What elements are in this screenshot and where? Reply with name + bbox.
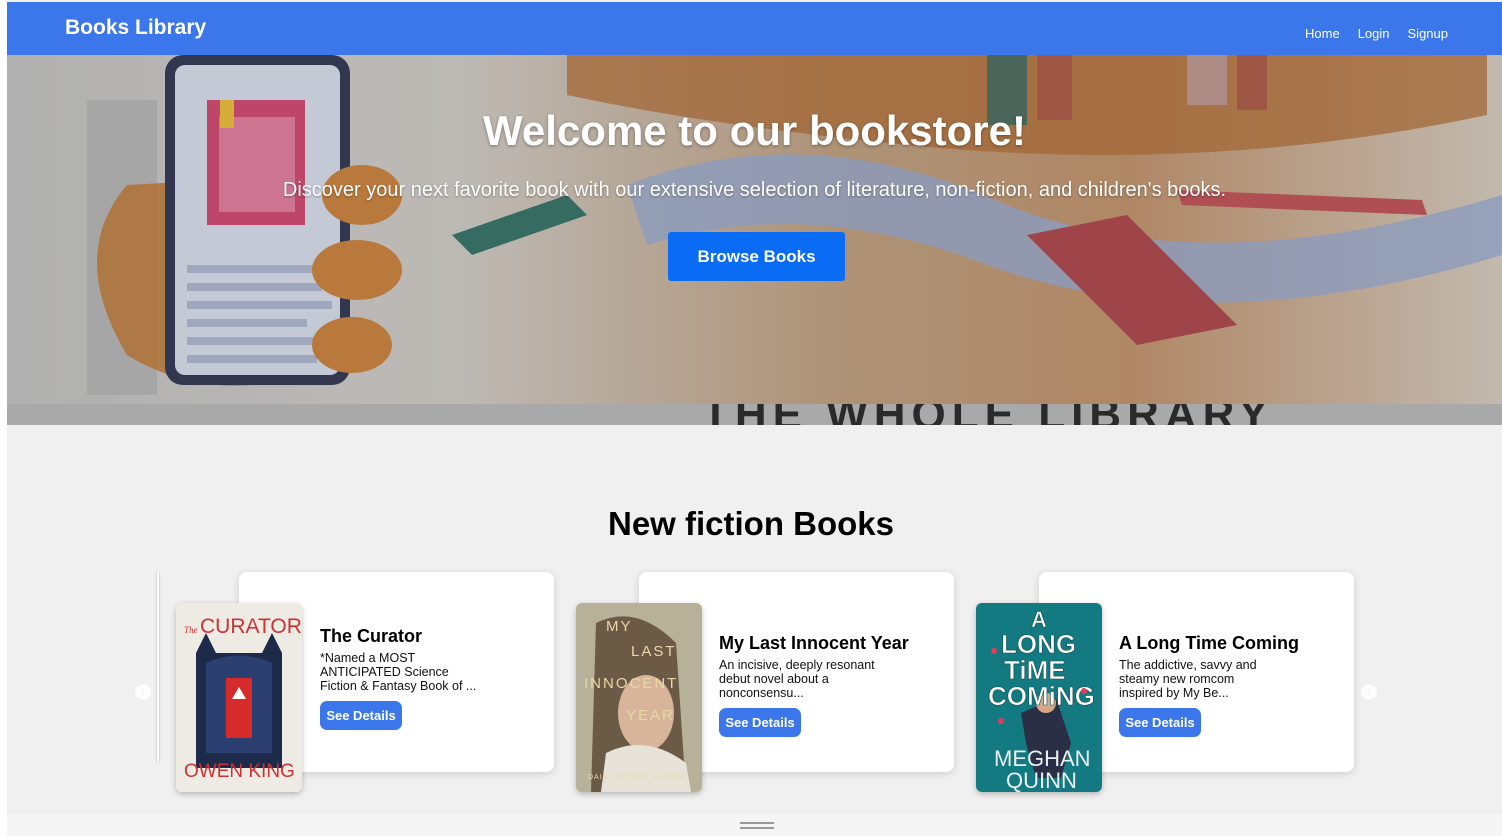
hero-subtitle: Discover your next favorite book with ou… (282, 179, 1227, 201)
book-cover[interactable]: A LONG TiME COMiNG MEGHAN QUINN (976, 603, 1102, 792)
book-description: An incisive, deeply resonant debut novel… (719, 658, 875, 700)
book-title[interactable]: The Curator (320, 626, 510, 647)
drag-handle-icon[interactable] (740, 822, 774, 829)
book-title[interactable]: A Long Time Coming (1119, 633, 1309, 654)
cover-author: OWEN KING (184, 761, 295, 782)
hero-banner: Welcome to our bookstore! Discover your … (7, 55, 1502, 404)
book-cover-art: MY LAST INNOCENT YEAR DAISY ALPERT FLORI… (576, 603, 702, 792)
see-details-button[interactable]: See Details (719, 708, 801, 737)
book-cover[interactable]: The CURATOR OWEN KING (176, 603, 302, 792)
navbar: Books Library Home Login Signup (7, 2, 1502, 55)
cover-prefix: The (184, 625, 198, 635)
cover-author-line: QUINN (1006, 768, 1077, 792)
see-details-button[interactable]: See Details (320, 701, 402, 730)
hero-title: Welcome to our bookstore! (483, 107, 1026, 154)
cover-line: YEAR (626, 707, 675, 724)
nav-link-login[interactable]: Login (1358, 26, 1390, 41)
book-title[interactable]: My Last Innocent Year (719, 633, 909, 654)
page: Books Library Home Login Signup Welcome … (0, 0, 1502, 836)
cover-line: LAST (631, 643, 677, 660)
carousel-edge (157, 572, 159, 762)
hero-strip-text: THE WHOLE LIBRARY (702, 404, 1274, 425)
cover-line: MY (606, 618, 633, 635)
brand-logo[interactable]: Books Library (65, 16, 206, 40)
nav-link-home[interactable]: Home (1305, 26, 1340, 41)
carousel-prev-arrow[interactable]: ‹ (135, 684, 151, 700)
nav-link-signup[interactable]: Signup (1408, 26, 1448, 41)
books-carousel: ‹ › The Curator *Named a MOST ANTICIPATE… (0, 560, 1502, 810)
cover-title: CURATOR (200, 615, 302, 638)
cover-line: COMiNG (988, 681, 1095, 711)
nav-links: Home Login Signup (1305, 26, 1448, 41)
book-description: *Named a MOST ANTICIPATED Science Fictio… (320, 651, 477, 693)
see-details-button[interactable]: See Details (1119, 708, 1201, 737)
book-card-text: A Long Time Coming The addictive, savvy … (1119, 633, 1309, 737)
cover-line: INNOCENT (584, 675, 678, 692)
book-cover-art: A LONG TiME COMiNG MEGHAN QUINN (976, 603, 1102, 792)
carousel-next-arrow[interactable]: › (1361, 684, 1377, 700)
section-title: New fiction Books (607, 505, 895, 542)
hero-bottom-strip: THE WHOLE LIBRARY (7, 404, 1502, 425)
book-cover-art: The CURATOR OWEN KING (176, 603, 302, 792)
browse-books-button[interactable]: Browse Books (668, 232, 845, 281)
book-cover[interactable]: MY LAST INNOCENT YEAR DAISY ALPERT FLORI… (576, 603, 702, 792)
book-card-text: The Curator *Named a MOST ANTICIPATED Sc… (320, 626, 510, 730)
cover-author: DAISY ALPERT FLORIN (588, 774, 684, 781)
book-description: The addictive, savvy and steamy new romc… (1119, 658, 1257, 700)
book-card-text: My Last Innocent Year An incisive, deepl… (719, 633, 909, 737)
